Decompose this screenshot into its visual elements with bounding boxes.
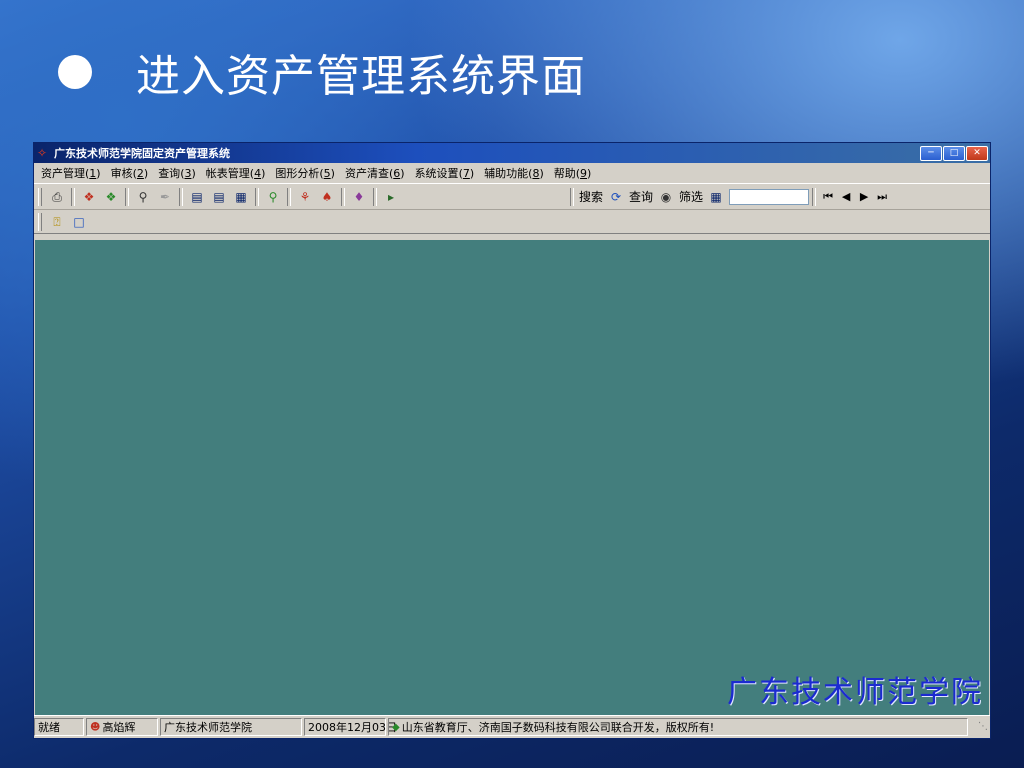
toolbar-separator — [373, 187, 377, 206]
main-toolbar: ⎙ ❖ ❖ ⚲ ✒ ▤ ▤ ▦ ⚲ ⚘ ♠ ♦ ▸ 搜索 ⟳ 查询 ◉ 筛选 ▦… — [34, 184, 990, 210]
previous-record-icon[interactable]: ◀ — [838, 188, 854, 206]
menu-key: 7 — [462, 167, 470, 180]
statusbar: 就绪 ☻ 高焰辉 广东技术师范学院 2008年12月03日 ◆ 山东省教育厅、济… — [34, 715, 990, 738]
developer-logo-icon: ◆ — [392, 721, 400, 733]
filter-icon[interactable]: ▦ — [707, 188, 725, 206]
menu-key: 2 — [136, 167, 144, 180]
menu-key: 9 — [580, 167, 588, 180]
resize-grip-icon[interactable]: ⋱ — [976, 720, 990, 734]
menu-asset-management[interactable]: 资产管理(1) — [36, 165, 106, 181]
menu-label: 资产清查 — [344, 167, 389, 180]
menu-key: 6 — [393, 167, 401, 180]
query-label[interactable]: 查询 — [627, 188, 655, 205]
titlebar[interactable]: ✧ 广东技术师范学院固定资产管理系统 ─ □ ✕ — [34, 143, 990, 163]
slide-title-text: 进入资产管理系统界面 — [136, 51, 586, 102]
maximize-button[interactable]: □ — [943, 145, 965, 161]
toolbar-separator — [287, 187, 291, 206]
close-button[interactable]: ✕ — [966, 145, 988, 161]
status-copyright-text: 山东省教育厅、济南国子数码科技有限公司联合开发，版权所有! — [401, 721, 715, 734]
menu-query[interactable]: 查询(3) — [153, 165, 201, 181]
window-controls: ─ □ ✕ — [919, 145, 988, 161]
menubar: 资产管理(1) 审核(2) 查询(3) 帐表管理(4) 图形分析(5) 资产清查… — [34, 163, 990, 184]
search-asset-icon[interactable]: ⚲ — [264, 188, 282, 206]
status-user: ☻ 高焰辉 — [86, 718, 158, 736]
exit-icon[interactable]: ▸ — [382, 188, 400, 206]
toolbar-separator — [255, 187, 259, 206]
menu-label: 辅助功能 — [484, 167, 529, 180]
workspace: 广东技术师范学院 — [35, 240, 989, 715]
first-record-icon[interactable]: ⏮ — [820, 188, 836, 206]
menu-audit[interactable]: 审核(2) — [106, 165, 154, 181]
menu-asset-inventory[interactable]: 资产清查(6) — [340, 165, 410, 181]
toolbar-separator — [570, 187, 574, 206]
menu-label: 审核 — [110, 167, 133, 180]
filter-label[interactable]: 筛选 — [677, 188, 705, 205]
menu-key: 5 — [323, 167, 331, 180]
toolbar-grip[interactable] — [38, 212, 42, 231]
toolbar-separator — [179, 187, 183, 206]
bullet-icon — [58, 55, 92, 89]
status-user-name: 高焰辉 — [102, 721, 136, 734]
toolbar-separator — [812, 187, 817, 206]
app-logo-icon: ✧ — [37, 146, 48, 160]
ledger-icon[interactable]: ▤ — [210, 188, 228, 206]
menu-key: 3 — [184, 167, 192, 180]
window-title: 广东技术师范学院固定资产管理系统 — [54, 147, 230, 160]
menu-label: 资产管理 — [41, 167, 85, 180]
slide-title: 进入资产管理系统界面 — [58, 40, 586, 104]
table-edit-icon[interactable]: ▦ — [232, 188, 250, 206]
refresh-icon[interactable]: ⟳ — [607, 188, 625, 206]
app-window: ✧ 广东技术师范学院固定资产管理系统 ─ □ ✕ 资产管理(1) 审核(2) 查… — [33, 142, 991, 739]
user-icon: ☻ — [90, 721, 101, 733]
door-exit-icon[interactable]: □ — [70, 213, 88, 231]
menu-auxiliary[interactable]: 辅助功能(8) — [479, 165, 549, 181]
menu-ledger-management[interactable]: 帐表管理(4) — [201, 165, 271, 181]
menu-label: 图形分析 — [275, 167, 320, 180]
minimize-button[interactable]: ─ — [920, 145, 942, 161]
binoculars-icon[interactable]: ◉ — [657, 188, 675, 206]
edit-icon[interactable]: ✒ — [156, 188, 174, 206]
search-label[interactable]: 搜索 — [577, 188, 605, 205]
asset-add-icon[interactable]: ❖ — [80, 188, 98, 206]
status-org: 广东技术师范学院 — [160, 718, 302, 736]
menu-label: 帐表管理 — [205, 167, 250, 180]
menu-graph-analysis[interactable]: 图形分析(5) — [270, 165, 340, 181]
toolbar-separator — [71, 187, 75, 206]
menu-help[interactable]: 帮助(9) — [549, 165, 597, 181]
toolbar-separator — [125, 187, 129, 206]
status-state: 就绪 — [34, 718, 84, 736]
toolbar-grip[interactable] — [38, 187, 42, 206]
help-icon[interactable]: ⍰ — [48, 213, 66, 231]
toolbar-separator — [341, 187, 345, 206]
report-icon[interactable]: ▤ — [188, 188, 206, 206]
asset-change-icon[interactable]: ❖ — [102, 188, 120, 206]
print-icon[interactable]: ⎙ — [48, 188, 66, 206]
last-record-icon[interactable]: ⏭ — [874, 188, 890, 206]
status-copyright: ◆ 山东省教育厅、济南国子数码科技有限公司联合开发，版权所有! — [388, 718, 968, 736]
menu-label: 帮助 — [553, 167, 576, 180]
menu-label: 查询 — [158, 167, 181, 180]
status-date: 2008年12月03日 — [304, 718, 397, 736]
book-icon[interactable]: ♦ — [350, 188, 368, 206]
menu-key: 4 — [254, 167, 262, 180]
watermark-text: 广东技术师范学院 — [727, 675, 983, 710]
secondary-toolbar: ⍰ □ — [34, 210, 990, 234]
next-record-icon[interactable]: ▶ — [856, 188, 872, 206]
menu-label: 系统设置 — [414, 167, 459, 180]
menu-system-settings[interactable]: 系统设置(7) — [410, 165, 480, 181]
menu-key: 8 — [532, 167, 540, 180]
users-icon[interactable]: ⚘ — [296, 188, 314, 206]
search-input[interactable] — [729, 188, 810, 205]
user-card-icon[interactable]: ♠ — [318, 188, 336, 206]
preview-icon[interactable]: ⚲ — [134, 188, 152, 206]
menu-key: 1 — [89, 167, 97, 180]
